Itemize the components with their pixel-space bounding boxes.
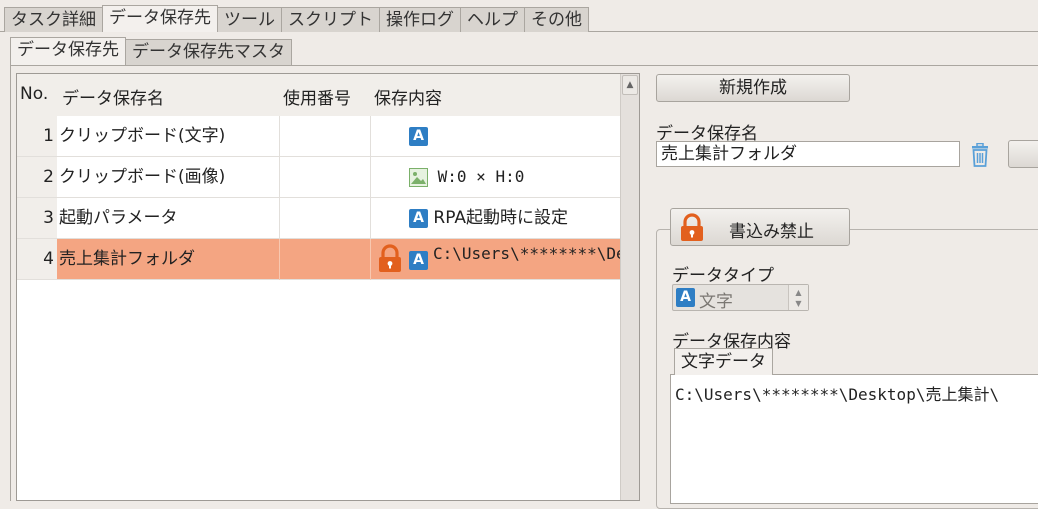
table-row[interactable]: 1 クリップボード(文字) A — [17, 116, 621, 157]
text-type-icon: A — [409, 251, 428, 270]
scroll-up-button[interactable]: ▲ — [622, 75, 638, 95]
sub-tabbar: データ保存先 データ保存先マスタ — [10, 37, 292, 66]
row-name: クリップボード(文字) — [59, 126, 226, 146]
row-number: 3 — [17, 198, 57, 238]
text-type-icon: A — [409, 126, 428, 146]
image-type-icon — [409, 168, 428, 187]
row-number: 2 — [17, 157, 57, 197]
write-protect-button[interactable]: 書込み禁止 — [670, 208, 850, 246]
column-divider — [279, 116, 280, 157]
row-content: W:0 × H:0 — [409, 157, 621, 197]
column-divider — [279, 198, 280, 239]
column-divider — [279, 239, 280, 280]
row-content: A — [409, 116, 428, 156]
data-type-select[interactable]: A 文字 ▲ ▼ — [672, 284, 809, 312]
subtab-data-storage-master[interactable]: データ保存先マスタ — [125, 39, 292, 65]
lock-icon — [379, 244, 401, 272]
table-row[interactable]: 3 起動パラメータ A RPA起動時に設定 — [17, 198, 621, 239]
table-row-selected[interactable]: 4 売上集計フォルダ A C:\Users\********\Desktop\ — [17, 239, 621, 280]
column-divider — [370, 157, 371, 198]
column-divider — [279, 157, 280, 198]
tab-text-data[interactable]: 文字データ — [674, 348, 773, 375]
column-divider — [370, 198, 371, 239]
table-header: No. データ保存名 使用番号 保存内容 — [17, 74, 621, 116]
row-content: A RPA起動時に設定 — [409, 198, 621, 238]
row-name: 起動パラメータ — [59, 208, 178, 228]
content-text: C:\Users\********\Desktop\売上集計\ — [675, 385, 1000, 404]
tab-task-detail[interactable]: タスク詳細 — [4, 7, 103, 32]
col-header-no[interactable]: No. — [20, 84, 48, 104]
row-content-text: W:0 × H:0 — [437, 167, 525, 186]
column-divider — [370, 239, 371, 280]
name-input[interactable]: 売上集計フォルダ — [656, 141, 960, 167]
row-content-text: RPA起動時に設定 — [433, 208, 569, 228]
tab-operation-log[interactable]: 操作ログ — [379, 7, 461, 32]
tab-tools[interactable]: ツール — [217, 7, 282, 32]
row-lock — [377, 239, 407, 279]
spin-arrows-icon[interactable]: ▲ ▼ — [788, 285, 808, 310]
table-scrollbar[interactable]: ▲ — [620, 74, 639, 500]
tab-help[interactable]: ヘルプ — [460, 7, 525, 32]
row-content: A C:\Users\********\Desktop\ — [409, 241, 621, 279]
main-tabbar: タスク詳細 データ保存先 ツール スクリプト 操作ログ ヘルプ その他 — [4, 5, 589, 32]
col-header-name[interactable]: データ保存名 — [62, 84, 164, 109]
text-type-icon: A — [409, 208, 428, 228]
col-header-usage[interactable]: 使用番号 — [283, 84, 351, 109]
tab-data-storage[interactable]: データ保存先 — [102, 5, 218, 32]
tab-script[interactable]: スクリプト — [281, 7, 380, 32]
tab-other[interactable]: その他 — [524, 7, 589, 32]
column-divider — [370, 116, 371, 157]
col-header-content[interactable]: 保存内容 — [374, 84, 442, 109]
data-storage-table[interactable]: No. データ保存名 使用番号 保存内容 1 クリップボード(文字) A 2 ク… — [16, 73, 640, 501]
new-create-button[interactable]: 新規作成 — [656, 74, 850, 102]
row-name: 売上集計フォルダ — [59, 249, 195, 269]
row-content-text: C:\Users\********\Desktop\ — [433, 244, 621, 263]
data-type-label: データタイプ — [672, 266, 774, 286]
table-row[interactable]: 2 クリップボード(画像) W:0 × H:0 — [17, 157, 621, 198]
data-type-value: 文字 — [699, 292, 733, 312]
save-name-button[interactable] — [1008, 140, 1038, 168]
text-type-icon: A — [676, 288, 695, 307]
row-number: 4 — [17, 239, 57, 279]
trash-icon[interactable] — [969, 143, 991, 167]
row-name: クリップボード(画像) — [59, 167, 226, 187]
write-protect-label: 書込み禁止 — [729, 222, 814, 242]
content-text-editor[interactable]: C:\Users\********\Desktop\売上集計\ — [670, 374, 1038, 504]
row-number: 1 — [17, 116, 57, 156]
subtab-data-storage[interactable]: データ保存先 — [10, 37, 126, 65]
lock-icon — [681, 213, 703, 241]
